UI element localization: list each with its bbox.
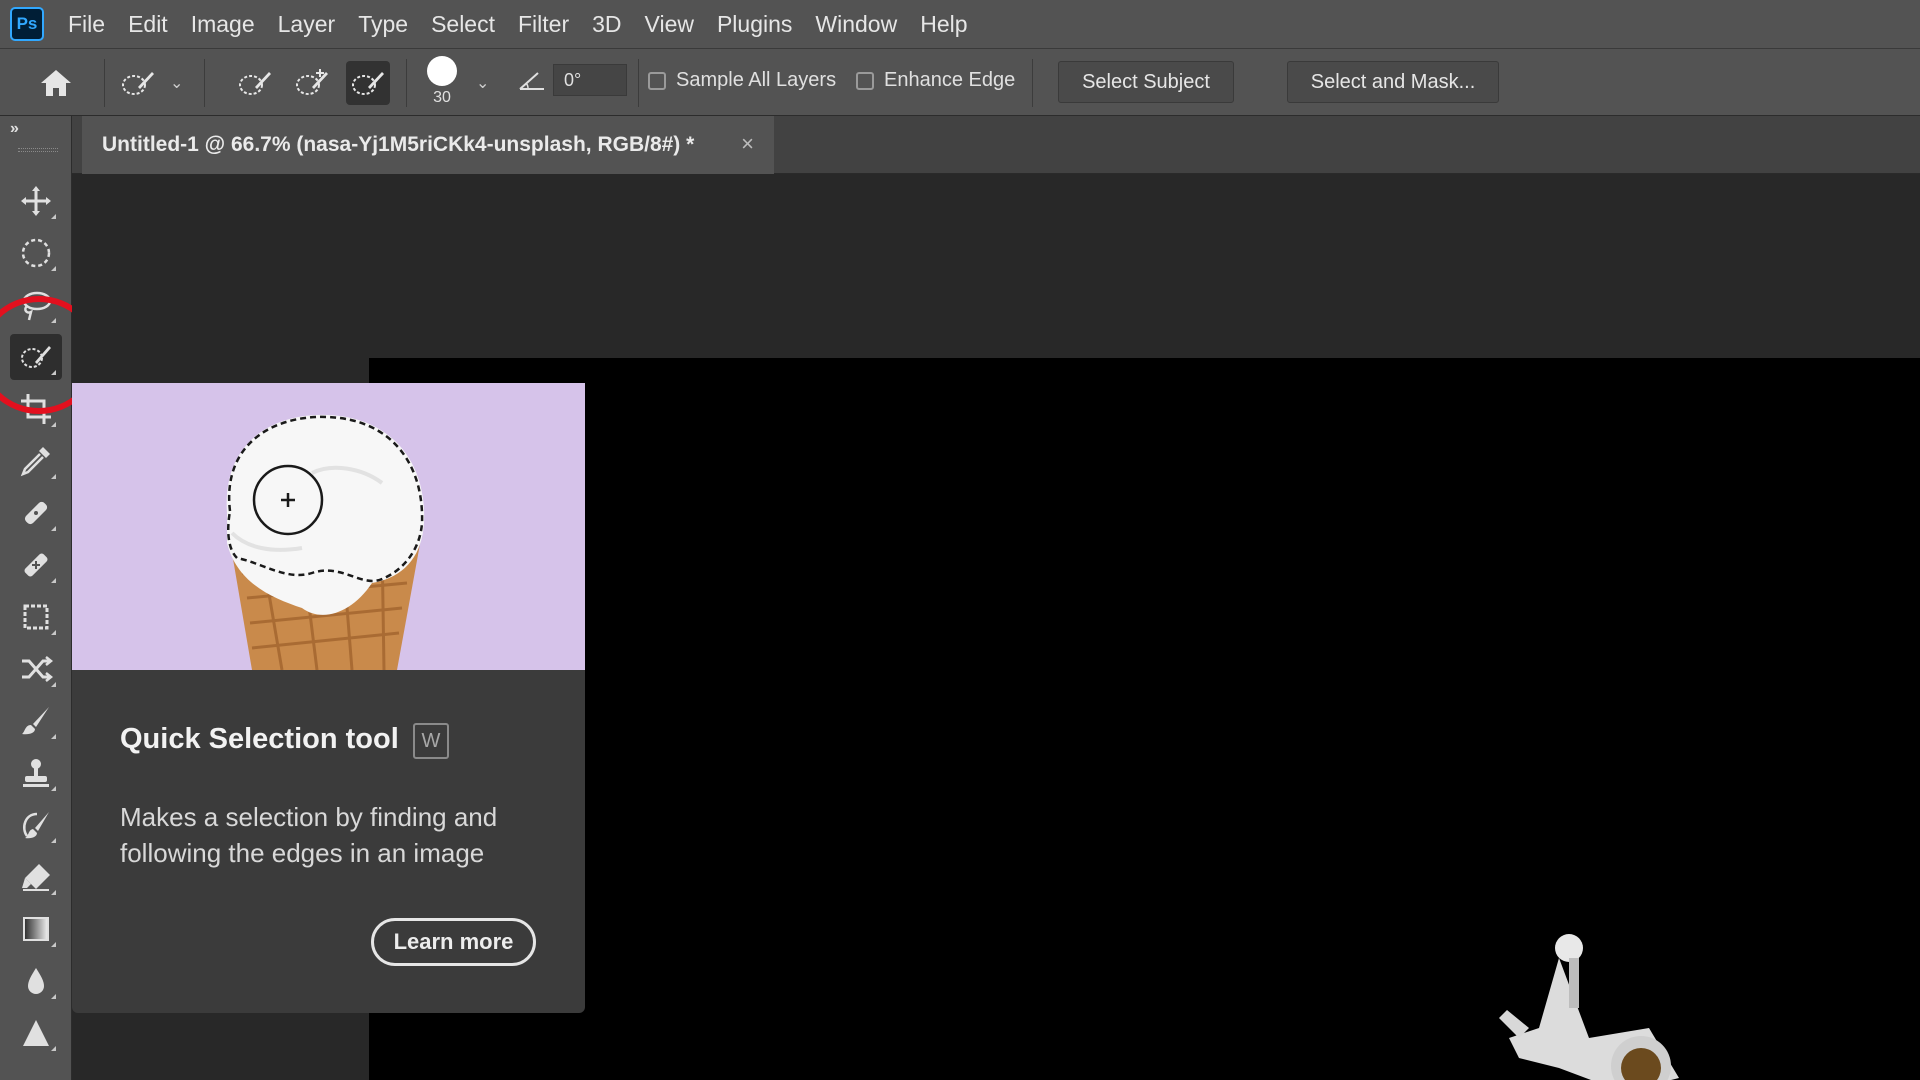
menu-type[interactable]: Type [358,11,408,38]
healing-brush-icon[interactable] [10,542,62,588]
menu-view[interactable]: View [645,11,694,38]
menu-file[interactable]: File [68,11,105,38]
enhance-edge-checkbox[interactable] [856,72,874,90]
collapse-panel-icon[interactable]: » [10,120,19,138]
options-bar: ⌄ 30 ⌄ 0° Sample All Layers Enhance Edge… [0,48,1920,116]
eraser-tool-icon[interactable] [10,854,62,900]
gradient-tool-icon[interactable] [10,906,62,952]
learn-more-button[interactable]: Learn more [371,918,536,966]
document-tab-bar: Untitled-1 @ 66.7% (nasa-Yj1M5riCKk4-uns… [72,116,1920,174]
photoshop-logo: Ps [10,7,44,41]
tool-tooltip: Quick Selection tool W Makes a selection… [72,383,585,1013]
new-selection-icon[interactable] [233,61,277,105]
eyedropper-tool-icon[interactable] [10,438,62,484]
menu-bar: Ps File Edit Image Layer Type Select Fil… [0,0,1920,48]
document-canvas[interactable] [369,358,1920,1080]
angle-input[interactable]: 0° [553,64,627,96]
tool-preset-quick-selection-icon[interactable] [116,61,160,105]
move-tool-icon[interactable] [10,178,62,224]
menu-filter[interactable]: Filter [518,11,569,38]
brush-size-value: 30 [433,89,451,106]
photoshop-window: Ps File Edit Image Layer Type Select Fil… [0,0,1920,1080]
content-aware-fill-icon[interactable] [10,594,62,640]
clone-stamp-icon[interactable] [10,750,62,796]
add-to-selection-icon[interactable] [290,61,334,105]
menu-3d[interactable]: 3D [592,11,621,38]
brush-size-picker[interactable]: 30 [424,55,460,107]
history-brush-icon[interactable] [10,802,62,848]
subtract-from-selection-icon[interactable] [346,61,390,105]
home-icon[interactable] [34,61,78,105]
spot-healing-brush-icon[interactable] [10,490,62,536]
close-icon[interactable]: × [741,131,754,157]
dodge-tool-icon[interactable] [10,1010,62,1056]
shortcut-key-badge: W [413,723,449,759]
select-and-mask-button[interactable]: Select and Mask... [1287,61,1499,103]
tooltip-title: Quick Selection tool [120,723,399,755]
menu-select[interactable]: Select [431,11,495,38]
brush-tool-icon[interactable] [10,698,62,744]
tooltip-illustration [72,383,585,670]
menu-plugins[interactable]: Plugins [717,11,792,38]
tooltip-description: Makes a selection by finding and followi… [120,802,498,868]
chevron-down-icon[interactable]: ⌄ [476,73,489,93]
marquee-tool-icon[interactable] [10,230,62,276]
tools-panel: » [0,116,72,1080]
document-tab[interactable]: Untitled-1 @ 66.7% (nasa-Yj1M5riCKk4-uns… [82,116,774,174]
menu-image[interactable]: Image [191,11,255,38]
menu-layer[interactable]: Layer [278,11,336,38]
menu-help[interactable]: Help [920,11,967,38]
content-aware-move-icon[interactable] [10,646,62,692]
angle-icon [518,69,546,91]
blur-tool-icon[interactable] [10,958,62,1004]
menu-window[interactable]: Window [815,11,897,38]
document-title: Untitled-1 @ 66.7% (nasa-Yj1M5riCKk4-uns… [102,133,695,156]
chevron-down-icon[interactable]: ⌄ [170,73,183,93]
select-subject-button[interactable]: Select Subject [1058,61,1234,103]
astronaut-photo [369,358,1920,1080]
menu-edit[interactable]: Edit [128,11,168,38]
sample-all-layers-checkbox[interactable] [648,72,666,90]
brush-tip-icon [427,56,457,86]
sample-all-layers-label: Sample All Layers [676,69,837,91]
panel-grip[interactable] [18,148,58,152]
enhance-edge-label: Enhance Edge [884,69,1016,91]
